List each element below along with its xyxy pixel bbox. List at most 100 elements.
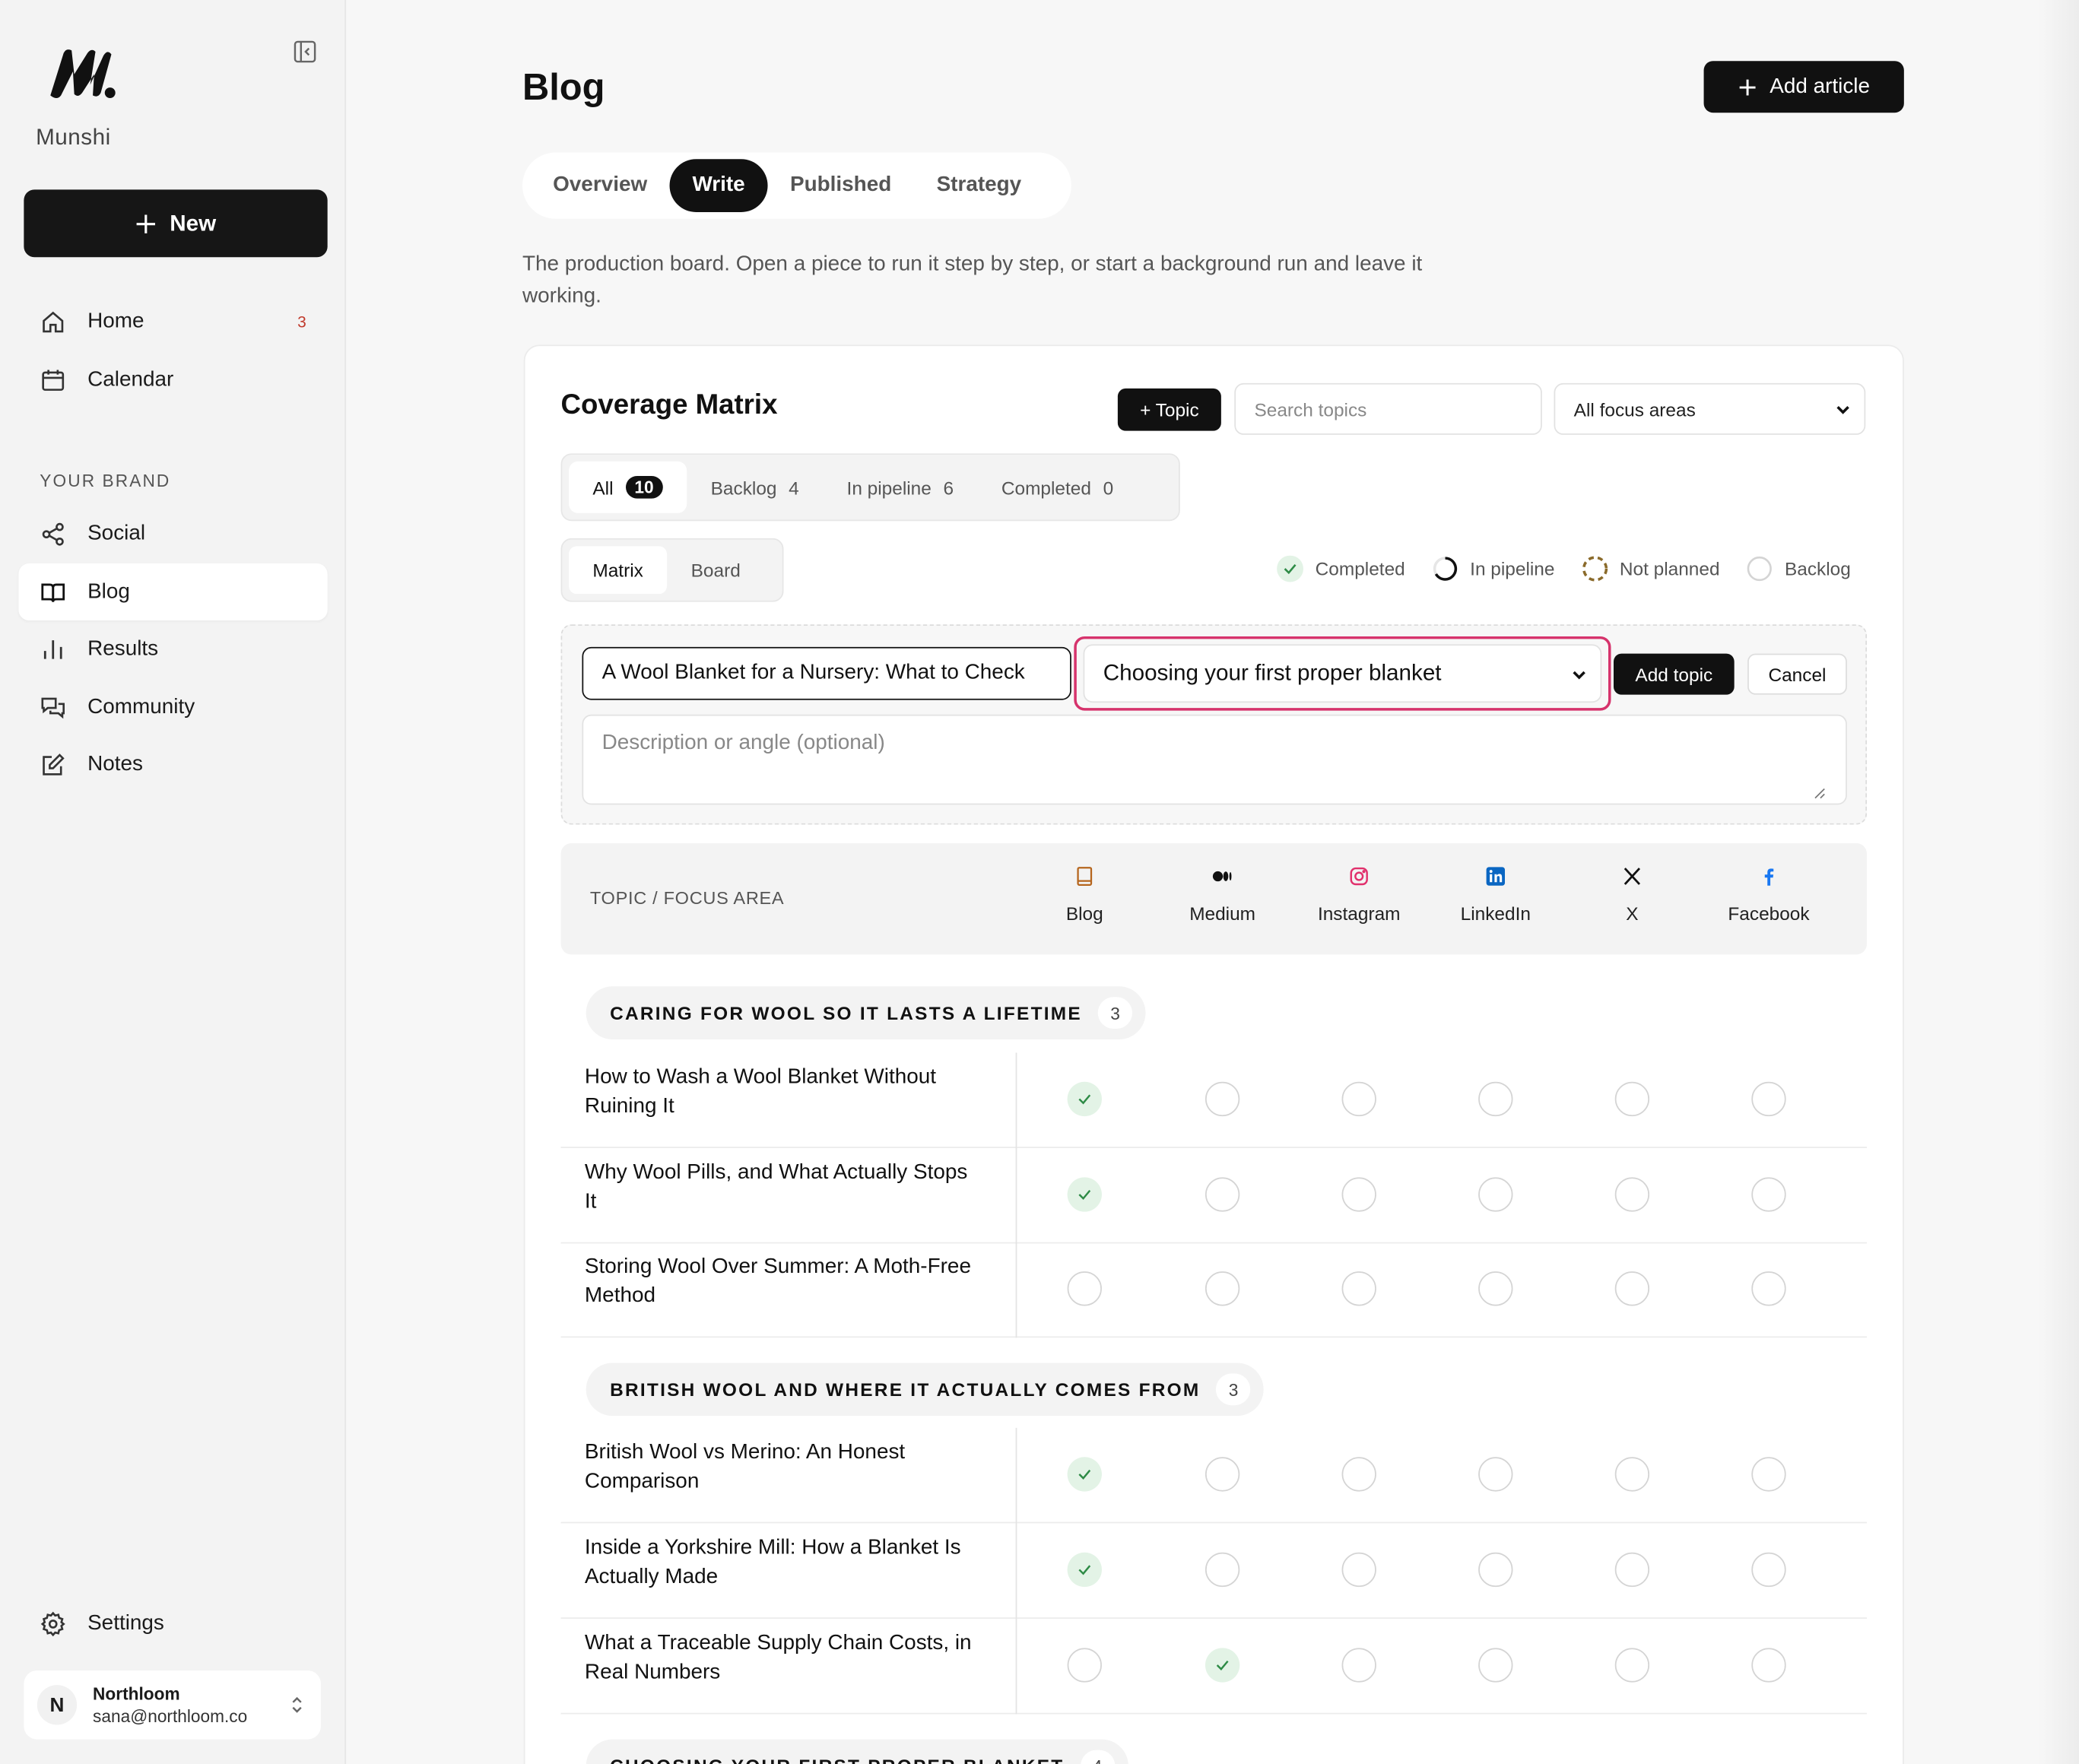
status-cell-medium[interactable] — [1205, 1177, 1240, 1212]
status-cell-x[interactable] — [1614, 1271, 1650, 1306]
check-icon — [1078, 1094, 1091, 1105]
book-icon — [1077, 867, 1093, 886]
sidebar-item-social[interactable]: Social — [18, 505, 327, 562]
filter-label: All — [592, 476, 614, 498]
status-cell-x[interactable] — [1614, 1552, 1650, 1588]
topic-description-textarea[interactable]: Description or angle (optional) — [582, 714, 1847, 805]
topic-focus-area-select[interactable]: Choosing your first proper blanket — [1083, 644, 1602, 703]
focus-area-name: BRITISH WOOL AND WHERE IT ACTUALLY COMES… — [610, 1379, 1201, 1401]
filter-in-pipeline[interactable]: In pipeline 6 — [823, 462, 977, 513]
sidebar-item-results[interactable]: Results — [18, 620, 327, 677]
search-topics-input[interactable] — [1234, 382, 1542, 435]
account-name: Northloom — [93, 1683, 180, 1704]
resize-handle-icon[interactable] — [1814, 788, 1826, 800]
status-cell-blog[interactable] — [1067, 1081, 1102, 1117]
status-cell-instagram[interactable] — [1341, 1177, 1376, 1212]
status-cell-linkedin[interactable] — [1478, 1648, 1513, 1683]
new-button-label: New — [170, 210, 217, 236]
table-row[interactable]: Inside a Yorkshire Mill: How a Blanket I… — [560, 1523, 1868, 1619]
new-button[interactable]: New — [24, 189, 328, 258]
status-cell-facebook[interactable] — [1751, 1457, 1786, 1492]
account-switcher[interactable]: N Northloom sana@northloom.co — [24, 1670, 321, 1740]
sidebar-item-home[interactable]: Home 3 — [18, 293, 327, 350]
status-cell-medium[interactable] — [1205, 1552, 1240, 1588]
add-topic-submit-button[interactable]: Add topic — [1613, 653, 1735, 695]
status-cell-instagram[interactable] — [1341, 1457, 1376, 1492]
status-cell-blog[interactable] — [1067, 1177, 1102, 1212]
filter-completed[interactable]: Completed 0 — [978, 462, 1138, 513]
status-cell-x[interactable] — [1614, 1177, 1650, 1212]
add-topic-button[interactable]: + Topic — [1117, 388, 1221, 431]
status-cell-facebook[interactable] — [1751, 1552, 1786, 1588]
filter-count: 0 — [1103, 476, 1114, 498]
sidebar-item-notes[interactable]: Notes — [18, 736, 327, 793]
status-cell-x[interactable] — [1614, 1457, 1650, 1492]
status-cell-linkedin[interactable] — [1478, 1552, 1513, 1588]
table-row[interactable]: How to Wash a Wool Blanket Without Ruini… — [560, 1052, 1868, 1148]
view-board[interactable]: Board — [667, 546, 764, 594]
status-cell-instagram[interactable] — [1341, 1648, 1376, 1683]
status-cell-medium[interactable] — [1205, 1271, 1240, 1306]
status-cell-blog[interactable] — [1067, 1457, 1102, 1492]
status-cell-blog[interactable] — [1067, 1552, 1102, 1588]
topic-title-input[interactable]: A Wool Blanket for a Nursery: What to Ch… — [582, 646, 1071, 700]
focus-area-group-header[interactable]: BRITISH WOOL AND WHERE IT ACTUALLY COMES… — [586, 1363, 1265, 1417]
filter-label: Completed — [1001, 476, 1091, 498]
check-icon — [1078, 1565, 1091, 1575]
status-cell-facebook[interactable] — [1751, 1271, 1786, 1306]
status-cell-blog[interactable] — [1067, 1648, 1102, 1683]
chat-bubbles-icon — [41, 696, 65, 719]
add-article-button[interactable]: Add article — [1703, 61, 1904, 113]
status-cell-blog[interactable] — [1067, 1271, 1102, 1306]
collapse-sidebar-icon[interactable] — [293, 40, 316, 63]
status-cell-linkedin[interactable] — [1478, 1177, 1513, 1212]
table-row[interactable]: Why Wool Pills, and What Actually Stops … — [560, 1147, 1868, 1244]
backlog-status-icon — [1747, 556, 1772, 582]
section-label-your-brand: YOUR BRAND — [40, 470, 171, 491]
sidebar: Munshi New Home 3 Calendar YOUR BRAND So… — [0, 0, 347, 1764]
status-cell-medium[interactable] — [1205, 1081, 1240, 1117]
chevron-down-icon — [1573, 671, 1585, 680]
focus-area-select[interactable]: All focus areas — [1554, 382, 1866, 435]
status-cell-linkedin[interactable] — [1478, 1457, 1513, 1492]
status-cell-x[interactable] — [1614, 1081, 1650, 1117]
table-row[interactable]: British Wool vs Merino: An Honest Compar… — [560, 1427, 1868, 1524]
status-cell-linkedin[interactable] — [1478, 1081, 1513, 1117]
tab-published[interactable]: Published — [767, 159, 914, 212]
status-cell-medium[interactable] — [1205, 1457, 1240, 1492]
focus-area-group-header[interactable]: CHOOSING YOUR FIRST PROPER BLANKET 4 — [586, 1739, 1128, 1764]
view-matrix[interactable]: Matrix — [569, 546, 668, 595]
filter-all[interactable]: All 10 — [569, 461, 687, 513]
tab-overview[interactable]: Overview — [530, 159, 669, 212]
row-divider — [1015, 1242, 1017, 1338]
status-cell-medium[interactable] — [1205, 1648, 1240, 1683]
status-cell-instagram[interactable] — [1341, 1271, 1376, 1306]
not-planned-status-icon — [1582, 556, 1608, 582]
focus-area-group-header[interactable]: CARING FOR WOOL SO IT LASTS A LIFETIME 3 — [586, 986, 1146, 1039]
channel-x: X — [1566, 866, 1698, 925]
in-pipeline-status-icon — [1433, 557, 1457, 581]
sidebar-item-label: Blog — [87, 579, 130, 603]
status-cell-x[interactable] — [1614, 1648, 1650, 1683]
status-cell-facebook[interactable] — [1751, 1648, 1786, 1683]
filter-backlog[interactable]: Backlog 4 — [687, 462, 823, 513]
sidebar-item-calendar[interactable]: Calendar — [18, 351, 327, 408]
app-root: Munshi New Home 3 Calendar YOUR BRAND So… — [0, 0, 2079, 1764]
table-row[interactable]: Storing Wool Over Summer: A Moth-Free Me… — [560, 1242, 1868, 1338]
channel-medium: Medium — [1156, 866, 1288, 924]
tab-strategy[interactable]: Strategy — [914, 159, 1044, 212]
tab-write[interactable]: Write — [669, 159, 768, 212]
cancel-button[interactable]: Cancel — [1747, 653, 1847, 695]
table-row[interactable]: What a Traceable Supply Chain Costs, in … — [560, 1618, 1868, 1715]
status-cell-facebook[interactable] — [1751, 1081, 1786, 1117]
sidebar-item-community[interactable]: Community — [18, 679, 327, 736]
status-cell-facebook[interactable] — [1751, 1177, 1786, 1212]
sidebar-item-settings[interactable]: Settings — [18, 1595, 327, 1652]
filter-label: Backlog — [710, 476, 777, 498]
sidebar-item-blog[interactable]: Blog — [18, 563, 328, 621]
facebook-icon — [1764, 868, 1774, 886]
status-cell-instagram[interactable] — [1341, 1081, 1376, 1117]
status-cell-linkedin[interactable] — [1478, 1271, 1513, 1306]
status-cell-instagram[interactable] — [1341, 1552, 1376, 1588]
channel-label: X — [1626, 903, 1639, 925]
